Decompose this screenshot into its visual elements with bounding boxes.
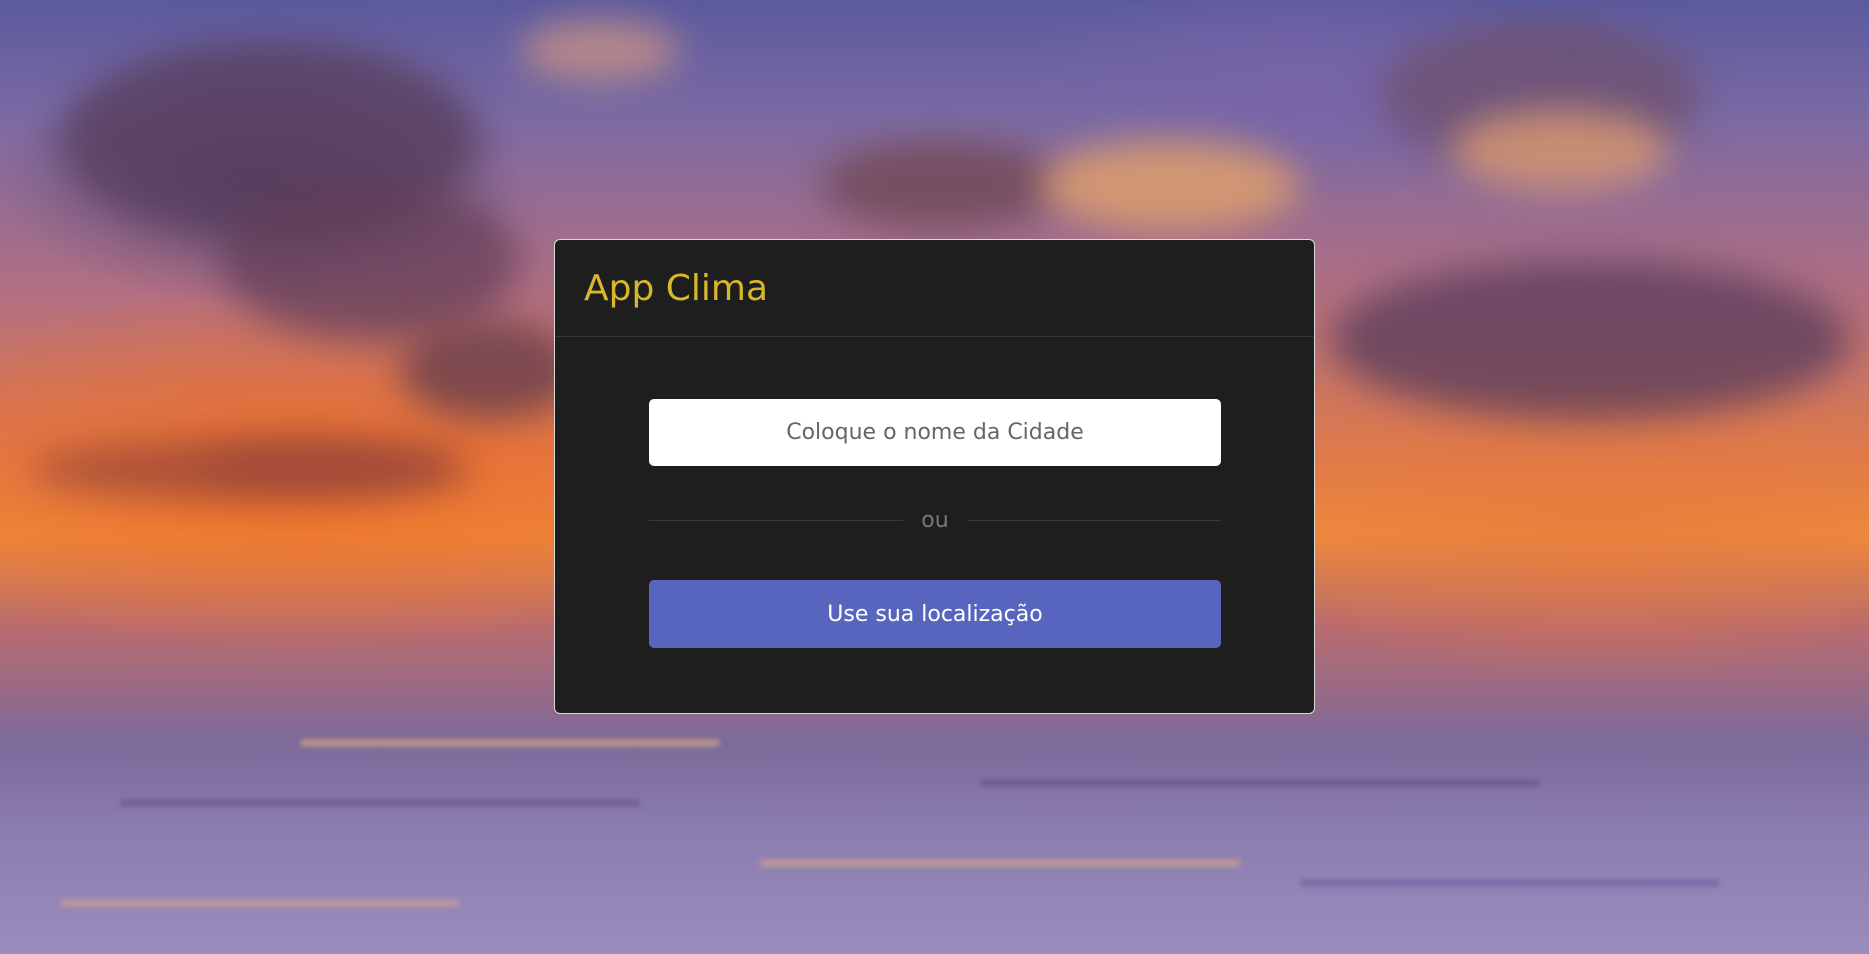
weather-search-card: App Clima ou Use sua localização <box>554 239 1315 714</box>
water-reflection <box>300 740 720 746</box>
card-body: ou Use sua localização <box>555 337 1314 713</box>
card-header: App Clima <box>555 240 1314 337</box>
cloud-shape <box>1040 140 1300 230</box>
divider-line-left <box>649 519 904 521</box>
water-reflection <box>120 800 640 806</box>
cloud-shape <box>820 140 1060 230</box>
cloud-shape <box>400 320 580 420</box>
cloud-shape <box>1450 110 1670 190</box>
city-name-input[interactable] <box>649 399 1221 466</box>
water-reflection <box>60 900 460 906</box>
water-reflection <box>1300 880 1720 886</box>
app-title: App Clima <box>584 267 769 309</box>
or-divider: ou <box>649 507 1221 533</box>
cloud-shape <box>520 20 680 80</box>
divider-label: ou <box>921 507 949 533</box>
cloud-shape <box>200 440 460 490</box>
cloud-shape <box>1330 260 1850 420</box>
water-reflection <box>980 780 1540 786</box>
water-reflection <box>760 860 1240 866</box>
divider-line-right <box>966 519 1221 521</box>
use-location-button[interactable]: Use sua localização <box>649 580 1221 648</box>
cloud-shape <box>220 180 520 340</box>
